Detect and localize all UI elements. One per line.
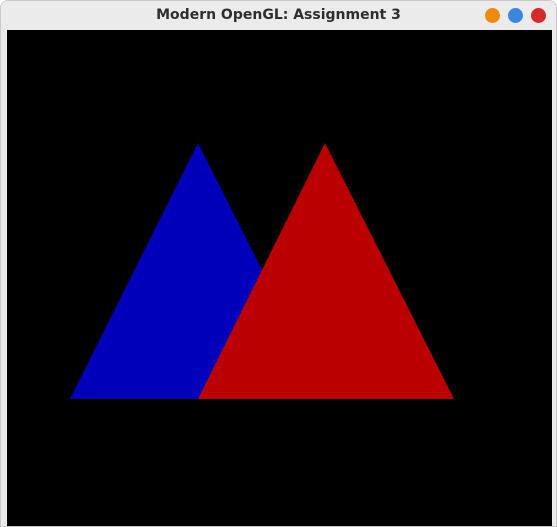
window-title: Modern OpenGL: Assignment 3 bbox=[156, 7, 401, 23]
scene-canvas bbox=[70, 143, 454, 399]
app-window: Modern OpenGL: Assignment 3 bbox=[0, 0, 557, 527]
minimize-button[interactable] bbox=[485, 8, 500, 23]
opengl-viewport[interactable] bbox=[7, 30, 552, 526]
close-button[interactable] bbox=[531, 8, 546, 23]
title-bar[interactable]: Modern OpenGL: Assignment 3 bbox=[1, 1, 556, 30]
maximize-button[interactable] bbox=[508, 8, 523, 23]
